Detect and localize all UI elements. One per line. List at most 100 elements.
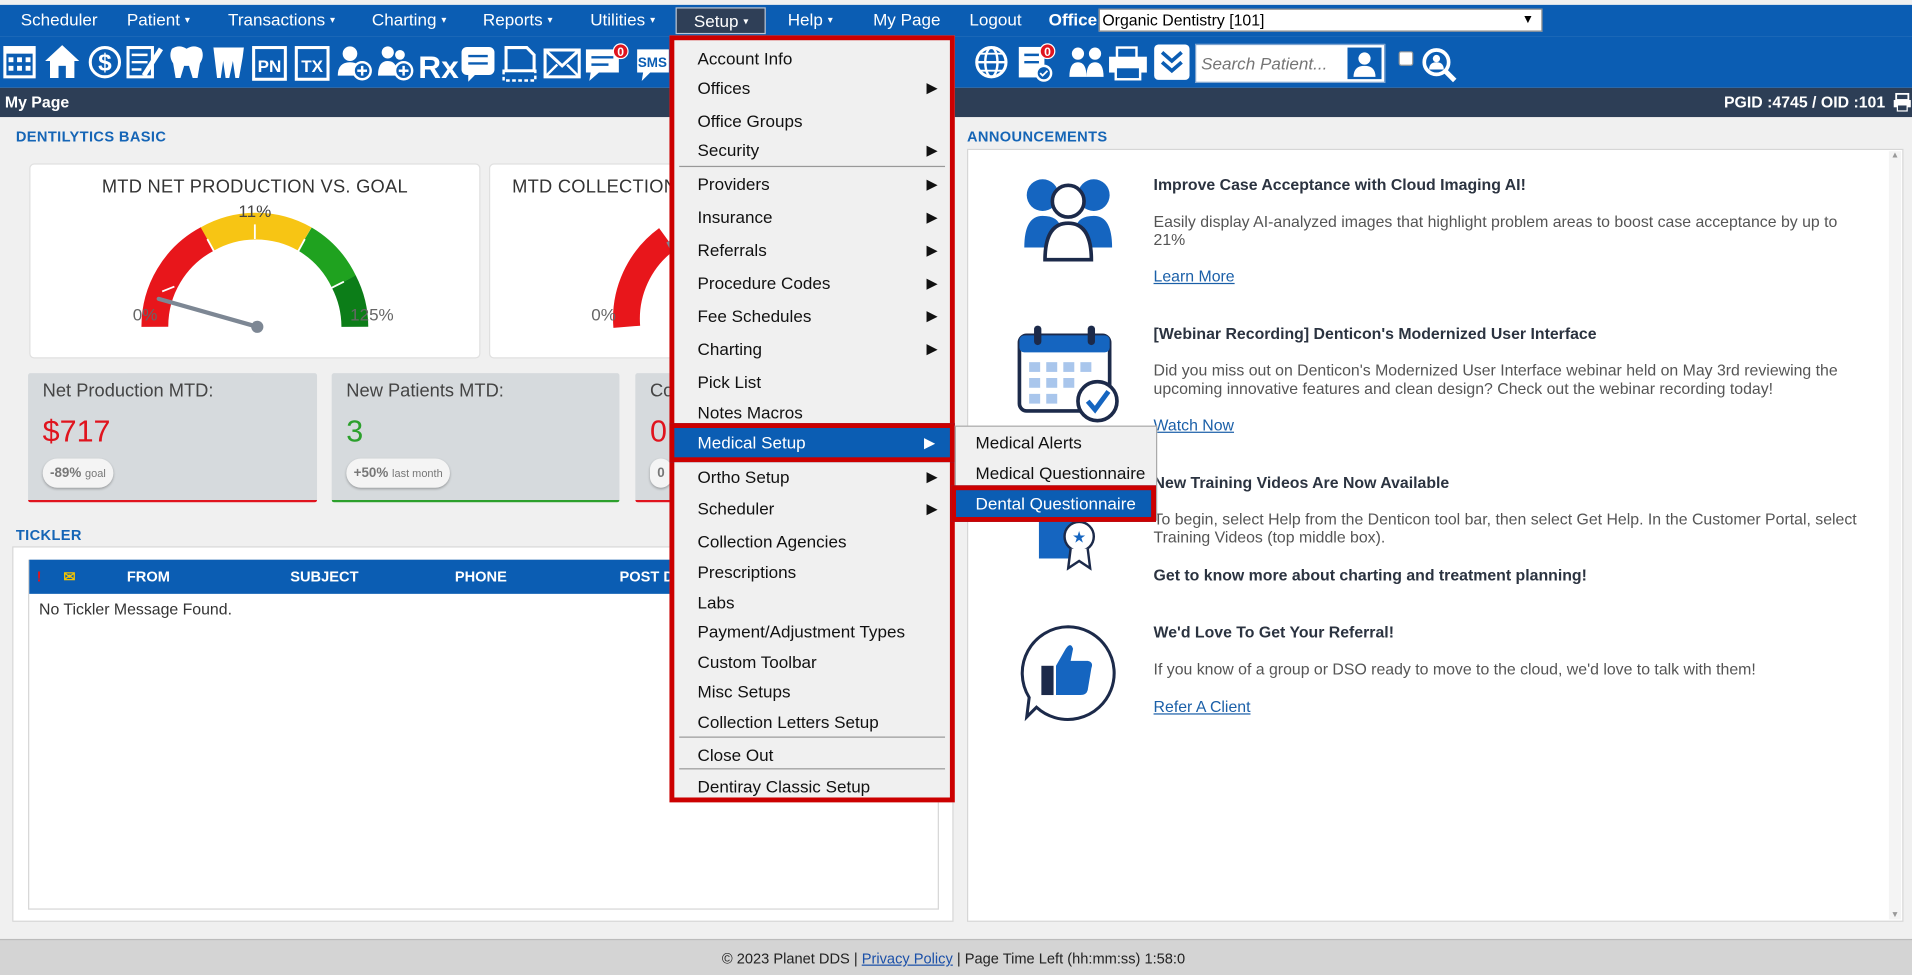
announcement-body: If you know of a group or DSO ready to m…	[1153, 659, 1756, 678]
menu-item-medical-setup[interactable]: Medical Setup ▶	[669, 423, 955, 463]
teeth-chart-icon[interactable]	[213, 47, 244, 79]
tx-label: TX	[301, 57, 323, 76]
announcement-title: New Training Videos Are Now Available	[1153, 473, 1450, 492]
nav-logout[interactable]: Logout	[969, 5, 1021, 37]
nav-setup[interactable]: Setup ▾	[675, 7, 766, 35]
print-page-icon[interactable]	[1893, 92, 1912, 113]
add-family-icon[interactable]	[378, 46, 414, 81]
menu-item-procedure-codes[interactable]: Procedure Codes ▶	[674, 268, 950, 297]
document-icon[interactable]	[502, 46, 537, 82]
menu-separator	[679, 165, 946, 168]
nav-my-page[interactable]: My Page	[873, 5, 940, 37]
person-search-icon[interactable]	[1347, 47, 1382, 80]
globe-icon[interactable]	[975, 46, 1008, 79]
menu-separator	[679, 768, 946, 770]
menu-item-charting[interactable]: Charting ▶	[674, 334, 950, 363]
col-post-date[interactable]: POST D	[619, 568, 673, 585]
mail-icon[interactable]	[543, 48, 581, 79]
refer-a-client-link[interactable]: Refer A Client	[1154, 697, 1251, 715]
submenu-arrow-icon: ▶	[926, 141, 938, 159]
expand-down-icon[interactable]	[1154, 44, 1190, 80]
group-icon[interactable]	[1069, 47, 1104, 77]
submenu-item-dental-questionnaire[interactable]: Dental Questionnaire	[951, 485, 1156, 522]
submenu-arrow-icon: ▶	[926, 79, 938, 97]
gauge-hub	[251, 320, 264, 333]
priority-icon: !	[36, 568, 42, 586]
message-icon[interactable]: 0	[585, 43, 629, 81]
nav-utilities[interactable]: Utilities ▾	[590, 5, 655, 37]
announcement-extra: Get to know more about charting and trea…	[1153, 565, 1587, 585]
progress-notes-icon[interactable]: PN	[252, 46, 287, 81]
col-subject[interactable]: SUBJECT	[290, 568, 358, 585]
menu-item-labs[interactable]: Labs	[674, 588, 950, 617]
dollar-icon[interactable]: $	[88, 46, 122, 79]
sms-icon[interactable]: SMS	[637, 49, 669, 82]
menu-item-payment-adjustment-types[interactable]: Payment/Adjustment Types	[674, 617, 950, 646]
watch-now-link[interactable]: Watch Now	[1154, 416, 1234, 434]
menu-separator	[679, 736, 946, 738]
menu-item-collection-agencies[interactable]: Collection Agencies	[674, 527, 950, 556]
stat-title: New Patients MTD:	[346, 380, 504, 402]
menu-item-close-out[interactable]: Close Out	[674, 740, 950, 769]
medical-setup-submenu: Medical Alerts Medical Questionnaire Den…	[951, 425, 1158, 522]
patient-search-input[interactable]	[1196, 45, 1343, 82]
menu-item-security[interactable]: Security ▶	[674, 135, 950, 164]
rx-icon[interactable]: Rx	[418, 49, 459, 85]
page-title-bar: My Page PGID :4745 / OID :101	[0, 87, 1912, 118]
form-icon[interactable]	[461, 46, 495, 82]
menu-item-custom-toolbar[interactable]: Custom Toolbar	[674, 648, 950, 677]
nav-reports[interactable]: Reports ▾	[483, 5, 553, 37]
home-icon[interactable]	[45, 45, 80, 79]
checklist-icon[interactable]: 0	[1018, 43, 1056, 82]
search-option-checkbox[interactable]	[1398, 51, 1414, 66]
tooth-icon[interactable]	[170, 46, 203, 79]
nav-scheduler[interactable]: Scheduler	[21, 5, 98, 37]
menu-item-prescriptions[interactable]: Prescriptions	[674, 557, 950, 586]
menu-item-fee-schedules[interactable]: Fee Schedules ▶	[674, 301, 950, 330]
menu-item-dentiray-classic-setup[interactable]: Dentiray Classic Setup	[674, 772, 950, 801]
printer-icon[interactable]	[1109, 46, 1147, 81]
gauge-card-net-production: MTD NET PRODUCTION VS. GOAL 11% 0% 125%	[29, 163, 481, 359]
learn-more-link[interactable]: Learn More	[1154, 267, 1235, 285]
announcements-scrollbar[interactable]: ▲ ▼	[1888, 151, 1902, 919]
edit-list-icon[interactable]	[126, 46, 164, 79]
submenu-arrow-icon: ▶	[926, 499, 938, 518]
advanced-search-icon[interactable]	[1422, 48, 1457, 83]
submenu-item-medical-questionnaire[interactable]: Medical Questionnaire	[956, 458, 1156, 487]
stat-value: 0	[649, 414, 667, 449]
col-from[interactable]: FROM	[127, 568, 170, 585]
menu-item-ortho-setup[interactable]: Ortho Setup ▶	[674, 462, 950, 491]
nav-patient[interactable]: Patient ▾	[127, 5, 190, 37]
patient-search-box[interactable]	[1195, 43, 1386, 83]
menu-item-providers[interactable]: Providers ▶	[674, 169, 950, 198]
nav-transactions[interactable]: Transactions ▾	[228, 5, 335, 37]
submenu-arrow-icon: ▶	[926, 241, 938, 259]
menu-item-misc-setups[interactable]: Misc Setups	[674, 677, 950, 706]
menu-item-insurance[interactable]: Insurance ▶	[674, 202, 950, 231]
gauge-needle	[156, 296, 260, 329]
privacy-policy-link[interactable]: Privacy Policy	[862, 950, 953, 967]
treatment-icon[interactable]: TX	[294, 46, 330, 81]
menu-item-referrals[interactable]: Referrals ▶	[674, 235, 950, 264]
add-patient-icon[interactable]	[337, 46, 372, 81]
menu-item-office-groups[interactable]: Office Groups	[674, 106, 950, 135]
app-root: Scheduler Patient ▾ Transactions ▾ Chartin…	[0, 0, 1912, 975]
nav-help[interactable]: Help ▾	[788, 5, 833, 37]
stat-card-new-patients: New Patients MTD: 3 +50% last month	[331, 373, 620, 503]
menu-item-offices[interactable]: Offices ▶	[674, 73, 950, 102]
stat-value: $717	[42, 414, 111, 449]
envelope-icon: ✉	[63, 568, 76, 586]
office-select[interactable]: Organic Dentistry [101] ▼	[1098, 8, 1543, 32]
submenu-arrow-icon: ▶	[926, 208, 938, 226]
nav-charting[interactable]: Charting ▾	[372, 5, 446, 37]
submenu-item-medical-alerts[interactable]: Medical Alerts	[956, 428, 1156, 457]
calendar-icon[interactable]	[3, 46, 36, 79]
menu-item-collection-letters-setup[interactable]: Collection Letters Setup	[674, 707, 950, 736]
col-phone[interactable]: PHONE	[455, 568, 507, 585]
award-video-icon: ★	[1038, 514, 1096, 571]
submenu-arrow-icon: ▶	[926, 307, 938, 325]
menu-item-account-info[interactable]: Account Info	[674, 44, 950, 73]
menu-item-scheduler[interactable]: Scheduler ▶	[674, 494, 950, 523]
menu-item-pick-list[interactable]: Pick List	[674, 367, 950, 396]
page-title: My Page	[4, 92, 70, 111]
